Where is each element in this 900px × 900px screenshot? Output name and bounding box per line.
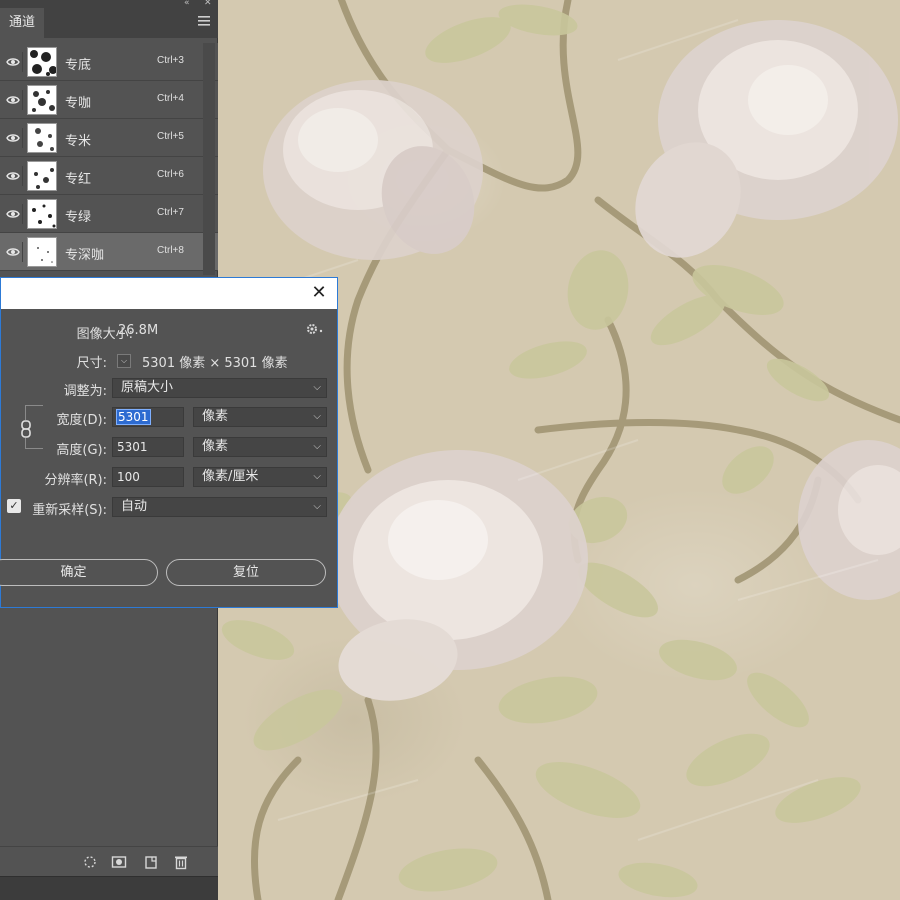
height-unit-value: 像素 bbox=[202, 439, 229, 454]
channel-row[interactable]: 专深咖 Ctrl+8 bbox=[0, 233, 218, 271]
channel-thumbnail bbox=[27, 123, 57, 153]
channel-row[interactable]: 专底 Ctrl+3 bbox=[0, 43, 218, 81]
width-unit-dropdown[interactable]: 像素 ⌵ bbox=[193, 407, 327, 427]
trash-icon[interactable] bbox=[173, 854, 189, 870]
channel-list: 专底 Ctrl+3 专咖 Ctrl+4 专米 Ctrl+5 专红 Ctrl+6 专绿 Ctrl+7… bbox=[0, 43, 218, 271]
channel-list-scrollbar[interactable] bbox=[203, 43, 215, 275]
fit-to-label: 调整为: bbox=[63, 384, 107, 399]
visibility-eye-icon[interactable] bbox=[3, 166, 23, 186]
image-size-dialog: ✕ 图像大小: 26.8M 尺寸: ⌵ 5301 像素 × 5301 像素 调整… bbox=[0, 277, 338, 608]
channel-row[interactable]: 专咖 Ctrl+4 bbox=[0, 81, 218, 119]
visibility-eye-icon[interactable] bbox=[3, 128, 23, 148]
fit-to-value: 原稿大小 bbox=[121, 380, 174, 395]
channel-row[interactable]: 专绿 Ctrl+7 bbox=[0, 195, 218, 233]
channel-shortcut: Ctrl+3 bbox=[157, 55, 184, 66]
channel-name: 专深咖 bbox=[65, 248, 105, 263]
height-value: 5301 bbox=[117, 440, 148, 454]
channel-name: 专红 bbox=[65, 172, 92, 187]
resample-value: 自动 bbox=[121, 499, 148, 514]
channel-shortcut: Ctrl+7 bbox=[157, 207, 184, 218]
channel-shortcut: Ctrl+4 bbox=[157, 93, 184, 104]
tab-channels[interactable]: 通道 bbox=[0, 8, 44, 38]
resolution-value: 100 bbox=[117, 470, 140, 484]
image-size-label: 图像大小: bbox=[76, 327, 133, 342]
ok-button[interactable]: 确定 bbox=[0, 559, 158, 586]
dimensions-label: 尺寸: bbox=[76, 356, 107, 371]
visibility-eye-icon[interactable] bbox=[3, 204, 23, 224]
height-unit-dropdown[interactable]: 像素 ⌵ bbox=[193, 437, 327, 457]
channel-name: 专底 bbox=[65, 58, 92, 73]
channel-name: 专咖 bbox=[65, 96, 92, 111]
dialog-close-button[interactable]: ✕ bbox=[307, 282, 331, 304]
panel-resize-strip bbox=[0, 876, 218, 900]
width-unit-value: 像素 bbox=[202, 409, 229, 424]
channel-shortcut: Ctrl+6 bbox=[157, 169, 184, 180]
fit-to-dropdown[interactable]: 原稿大小 ⌵ bbox=[112, 378, 327, 398]
resolution-unit-dropdown[interactable]: 像素/厘米 ⌵ bbox=[193, 467, 327, 487]
visibility-eye-icon[interactable] bbox=[3, 52, 23, 72]
visibility-eye-icon[interactable] bbox=[3, 242, 23, 262]
panel-footer bbox=[0, 846, 218, 876]
dimensions-value: 5301 像素 × 5301 像素 bbox=[142, 356, 288, 371]
channel-thumbnail bbox=[27, 237, 57, 267]
image-size-value: 26.8M bbox=[118, 323, 159, 338]
settings-gear-icon[interactable] bbox=[306, 323, 324, 339]
menu-icon[interactable] bbox=[198, 15, 210, 30]
resolution-label: 分辨率(R): bbox=[44, 473, 107, 488]
chevron-down-icon: ⌵ bbox=[313, 441, 321, 452]
collapse-panel-icon[interactable]: « bbox=[184, 0, 190, 8]
resample-dropdown[interactable]: 自动 ⌵ bbox=[112, 497, 327, 517]
resolution-unit-value: 像素/厘米 bbox=[202, 469, 259, 484]
reset-button[interactable]: 复位 bbox=[166, 559, 326, 586]
width-input[interactable]: 5301 bbox=[112, 407, 184, 427]
chevron-down-icon: ⌵ bbox=[313, 382, 321, 393]
height-input[interactable]: 5301 bbox=[112, 437, 184, 457]
dotted-circle-selection-icon[interactable] bbox=[82, 854, 98, 870]
panel-tab-bar: 通道 bbox=[0, 8, 218, 38]
panel-header-strip: « ✕ bbox=[0, 0, 218, 8]
channel-thumbnail bbox=[27, 85, 57, 115]
chevron-down-icon: ⌵ bbox=[313, 471, 321, 482]
resample-label: 重新采样(S): bbox=[32, 503, 107, 518]
channel-row[interactable]: 专米 Ctrl+5 bbox=[0, 119, 218, 157]
chevron-down-icon: ⌵ bbox=[313, 411, 321, 422]
channel-name: 专米 bbox=[65, 134, 92, 149]
channel-thumbnail bbox=[27, 161, 57, 191]
visibility-eye-icon[interactable] bbox=[3, 90, 23, 110]
channel-row[interactable]: 专红 Ctrl+6 bbox=[0, 157, 218, 195]
channel-thumbnail bbox=[27, 47, 57, 77]
dimensions-unit-toggle[interactable]: ⌵ bbox=[117, 354, 131, 368]
channel-shortcut: Ctrl+8 bbox=[157, 245, 184, 256]
close-panel-icon[interactable]: ✕ bbox=[204, 0, 212, 8]
channel-thumbnail bbox=[27, 199, 57, 229]
dialog-titlebar: ✕ bbox=[1, 278, 337, 309]
new-channel-icon[interactable] bbox=[143, 854, 159, 870]
channel-name: 专绿 bbox=[65, 210, 92, 225]
width-value: 5301 bbox=[116, 409, 151, 425]
height-label: 高度(G): bbox=[56, 443, 107, 458]
chevron-down-icon: ⌵ bbox=[313, 501, 321, 512]
save-selection-channel-icon[interactable] bbox=[111, 854, 127, 870]
resolution-input[interactable]: 100 bbox=[112, 467, 184, 487]
width-label: 宽度(D): bbox=[56, 413, 107, 428]
channel-shortcut: Ctrl+5 bbox=[157, 131, 184, 142]
resample-checkbox[interactable]: ✓ bbox=[7, 499, 21, 513]
